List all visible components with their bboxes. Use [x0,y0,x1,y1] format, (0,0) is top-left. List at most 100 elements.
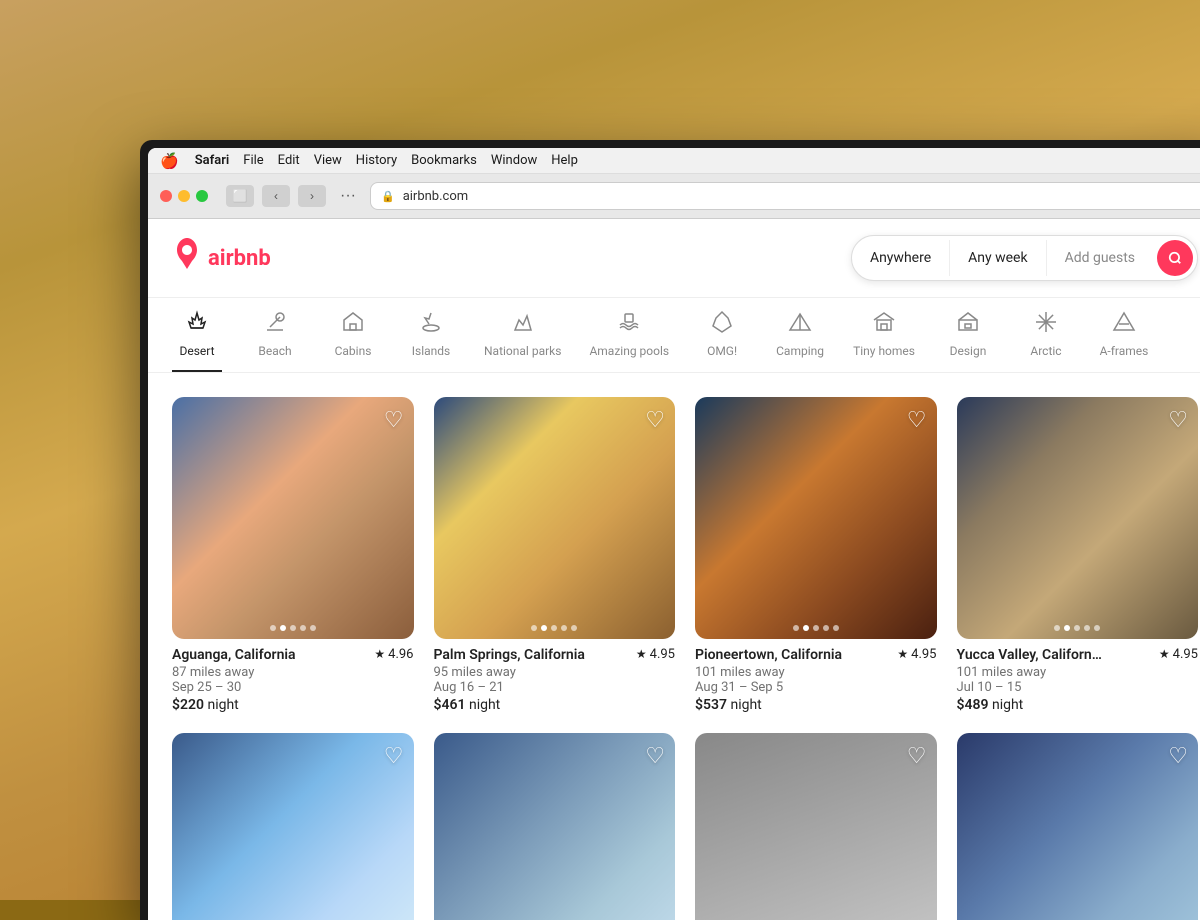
listing-price-amount-aguanga: $220 [172,697,204,713]
category-label-national-parks: National parks [484,344,561,358]
listing-card-pioneertown[interactable]: ♡ Pioneertown, California ★ 4.95 101 mil… [695,397,937,713]
omg-icon [710,310,734,340]
listing-location-pioneertown: Pioneertown, California [695,647,842,663]
minimize-button[interactable] [178,190,190,202]
menubar-history[interactable]: History [356,153,397,168]
star-icon-palm-springs: ★ [636,647,647,661]
desert-icon [185,310,209,340]
menubar-view[interactable]: View [314,153,342,168]
listings-grid: ♡ Aguanga, California ★ 4.96 87 miles aw… [172,397,1198,920]
category-label-arctic: Arctic [1030,344,1061,358]
traffic-lights [160,190,208,202]
listing-location-yucca-valley: Yucca Valley, Californ… [957,647,1102,663]
listing-distance-pioneertown: 101 miles away [695,665,937,680]
star-icon-aguanga: ★ [374,647,385,661]
category-islands[interactable]: Islands [406,310,456,372]
camping-icon [788,310,812,340]
search-anywhere[interactable]: Anywhere [852,240,950,276]
listing-card-palm-springs[interactable]: ♡ Palm Springs, California ★ 4.95 95 mil… [434,397,676,713]
dot-4 [571,625,577,631]
listing-image-palm-springs: ♡ [434,397,676,639]
listing-card-bottom1[interactable]: ♡ [172,733,414,920]
wishlist-button-bottom1[interactable]: ♡ [384,743,404,769]
dot-0 [1054,625,1060,631]
menubar-window[interactable]: Window [491,153,537,168]
menubar-help[interactable]: Help [551,153,578,168]
dot-3 [1084,625,1090,631]
dot-2 [1074,625,1080,631]
tab-more-button[interactable]: ··· [336,187,360,205]
wishlist-button-bottom4[interactable]: ♡ [1168,743,1188,769]
category-arctic[interactable]: Arctic [1021,310,1071,372]
category-label-camping: Camping [776,344,824,358]
wishlist-button-palm-springs[interactable]: ♡ [645,407,665,433]
wishlist-button-yucca-valley[interactable]: ♡ [1168,407,1188,433]
wishlist-button-bottom3[interactable]: ♡ [907,743,927,769]
wishlist-button-aguanga[interactable]: ♡ [384,407,404,433]
category-amazing-pools[interactable]: Amazing pools [589,310,669,372]
a-frames-icon [1112,310,1136,340]
dot-3 [300,625,306,631]
url-text: airbnb.com [403,189,468,204]
category-beach[interactable]: Beach [250,310,300,372]
search-any-week[interactable]: Any week [950,240,1046,276]
address-bar[interactable]: 🔒 airbnb.com [370,182,1200,210]
category-national-parks[interactable]: National parks [484,310,561,372]
forward-button[interactable]: › [298,185,326,207]
dot-1 [541,625,547,631]
tiny-homes-icon [872,310,896,340]
listing-info-aguanga: Aguanga, California ★ 4.96 [172,647,414,663]
listing-distance-aguanga: 87 miles away [172,665,414,680]
listing-card-bottom4[interactable]: ♡ [957,733,1199,920]
menubar-file[interactable]: File [243,153,263,168]
search-add-guests[interactable]: Add guests [1047,240,1153,276]
category-desert[interactable]: Desert [172,310,222,372]
listing-price-aguanga: $220 night [172,697,414,713]
cabins-icon [341,310,365,340]
category-cabins[interactable]: Cabins [328,310,378,372]
close-button[interactable] [160,190,172,202]
listing-price-amount-palm-springs: $461 [434,697,466,713]
category-label-islands: Islands [412,344,451,358]
design-icon [956,310,980,340]
category-label-desert: Desert [179,344,214,358]
category-design[interactable]: Design [943,310,993,372]
listing-dates-pioneertown: Aug 31 – Sep 5 [695,680,937,695]
image-dots [270,625,316,631]
listing-rating-palm-springs: ★ 4.95 [636,647,675,662]
search-button[interactable] [1157,240,1193,276]
image-dots [531,625,577,631]
listing-image-aguanga: ♡ [172,397,414,639]
category-camping[interactable]: Camping [775,310,825,372]
national-parks-icon [511,310,535,340]
listing-card-aguanga[interactable]: ♡ Aguanga, California ★ 4.96 87 miles aw… [172,397,414,713]
wishlist-button-bottom2[interactable]: ♡ [645,743,665,769]
menubar-bookmarks[interactable]: Bookmarks [411,153,477,168]
menubar-edit[interactable]: Edit [278,153,300,168]
dot-4 [1094,625,1100,631]
listing-image-yucca-valley: ♡ [957,397,1199,639]
category-a-frames[interactable]: A-frames [1099,310,1149,372]
menubar-safari[interactable]: Safari [195,153,230,168]
macos-menubar: 🍎 Safari File Edit View History Bookmark… [148,148,1200,174]
category-label-a-frames: A-frames [1100,344,1149,358]
listing-card-yucca-valley[interactable]: ♡ Yucca Valley, Californ… ★ 4.95 101 mil… [957,397,1199,713]
listing-card-bottom2[interactable]: ♡ [434,733,676,920]
maximize-button[interactable] [196,190,208,202]
listing-info-palm-springs: Palm Springs, California ★ 4.95 [434,647,676,663]
category-label-design: Design [950,344,987,358]
dot-2 [290,625,296,631]
airbnb-logo[interactable]: airbnb [172,238,271,279]
category-omg[interactable]: OMG! [697,310,747,372]
listings-area: ♡ Aguanga, California ★ 4.96 87 miles aw… [148,373,1200,920]
category-tiny-homes[interactable]: Tiny homes [853,310,915,372]
sidebar-toggle[interactable]: ⬜ [226,185,254,207]
listing-card-bottom3[interactable]: ♡ [695,733,937,920]
dot-2 [551,625,557,631]
back-button[interactable]: ‹ [262,185,290,207]
apple-menu[interactable]: 🍎 [160,152,179,170]
listing-image-bottom4: ♡ [957,733,1199,920]
wishlist-button-pioneertown[interactable]: ♡ [907,407,927,433]
dot-0 [531,625,537,631]
listing-image-bottom1: ♡ [172,733,414,920]
